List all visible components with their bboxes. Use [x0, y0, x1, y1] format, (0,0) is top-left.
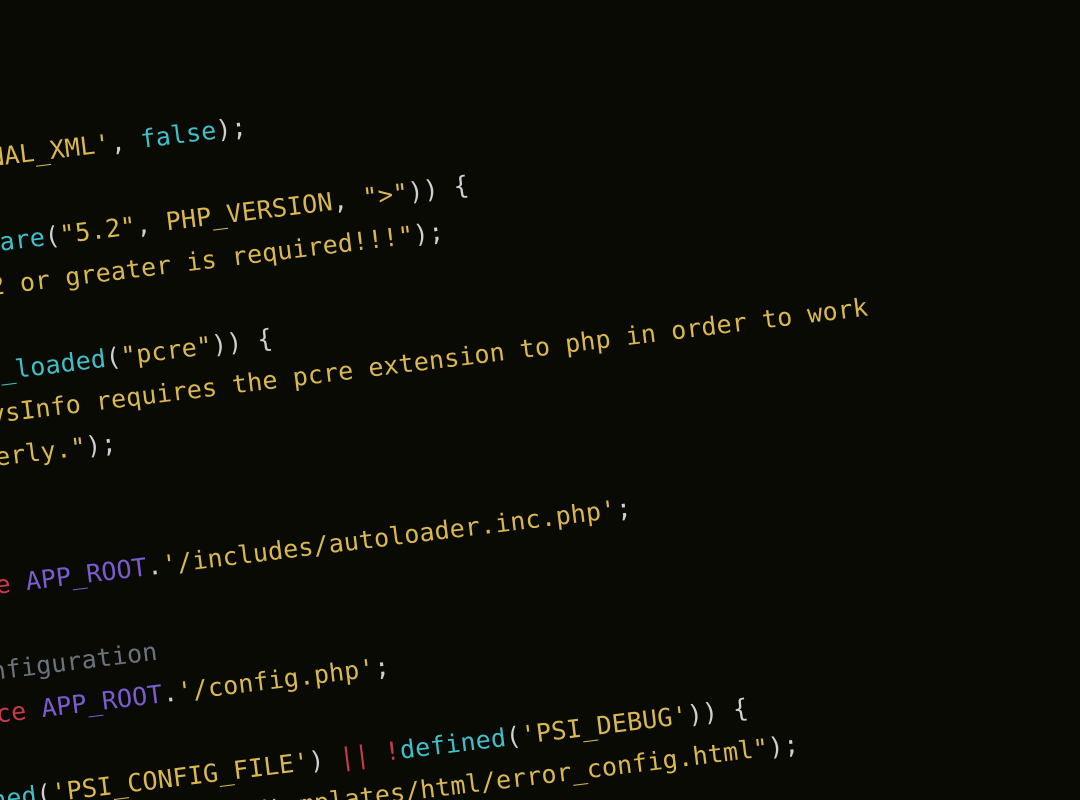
code-operator: ||: [338, 739, 372, 772]
code-punct: )) {: [686, 693, 750, 729]
code-string: '/includes/autoloader.inc.php': [160, 495, 618, 580]
code-punct: );: [412, 216, 446, 249]
code-punct: )) {: [406, 170, 470, 206]
code-punct: ,: [331, 183, 365, 216]
code-const: APP_ROOT: [40, 679, 165, 723]
code-keyword: re_once: [0, 569, 12, 611]
code-punct: ;: [614, 493, 633, 524]
code-punct: ,: [108, 125, 142, 158]
code-punct: )) {: [210, 323, 274, 359]
code-punct: ;: [373, 651, 392, 682]
code-bool: false: [139, 116, 218, 154]
code-punct: ,: [134, 208, 168, 241]
code-string: "pcre": [119, 330, 213, 370]
code-string: properly.": [0, 431, 88, 478]
code-func: defined: [0, 780, 38, 800]
code-punct: );: [767, 729, 801, 762]
code-const: APP_ROOT: [24, 552, 149, 596]
code-string: PHP_VERSION: [164, 187, 334, 236]
code-string: PSI_INTERNAL_XML': [0, 129, 112, 189]
code-func: defined: [398, 722, 508, 764]
code-string: ">": [361, 178, 410, 212]
code-punct: );: [214, 112, 248, 145]
code-punct: ): [307, 743, 341, 776]
code-string: 'PSI_CONFIG_FILE': [50, 747, 311, 800]
code-string: "5.2": [58, 211, 137, 249]
code-punct: );: [84, 428, 118, 461]
code-editor-viewport: boolean PSI_INTERNAL_XML', false); sion_…: [0, 0, 1080, 800]
code-keyword: re_once: [0, 696, 28, 738]
code-string: 'PSI_DEBUG': [519, 700, 689, 749]
code-string: '/config.php': [176, 653, 376, 706]
php-source-code: boolean PSI_INTERNAL_XML', false); sion_…: [0, 0, 938, 800]
